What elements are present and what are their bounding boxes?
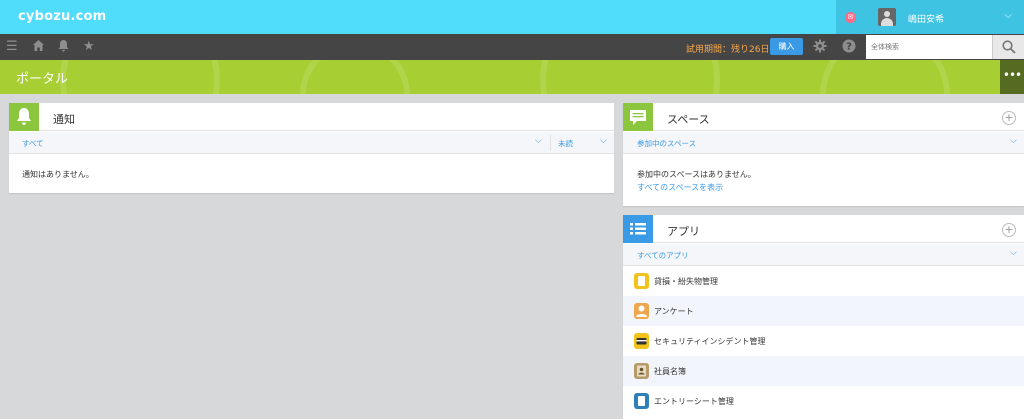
person-icon <box>634 303 649 319</box>
app-item-employee-directory[interactable]: 社員名簿 <box>623 356 1024 386</box>
add-space-button[interactable]: + <box>1002 111 1016 125</box>
empty-message: 参加中のスペースはありません。 <box>637 170 756 179</box>
card-icon <box>634 333 649 349</box>
notifications-panel: 通知 すべて ⌵ 未読 ⌵ 通知はありません。 <box>9 103 614 193</box>
search-button[interactable] <box>992 35 1024 59</box>
app-item-survey[interactable]: アンケート <box>623 296 1024 326</box>
list-icon <box>623 215 653 243</box>
apps-panel: アプリ + すべてのアプリ ⌵ 貸損・紛失物管理 アンケート セキュリティインシ… <box>623 215 1024 419</box>
decoration <box>300 60 410 94</box>
filter-bar: すべてのアプリ ⌵ <box>623 244 1024 266</box>
more-options-button[interactable]: ••• <box>1000 60 1024 94</box>
add-app-button[interactable]: + <box>1002 223 1016 237</box>
chevron-down-icon[interactable]: ⌵ <box>1004 10 1012 21</box>
spaces-panel: スペース + 参加中のスペース ⌵ 参加中のスペースはありません。 すべてのスペ… <box>623 103 1024 206</box>
panel-title: 通知 <box>53 113 75 126</box>
app-label: 社員名簿 <box>654 367 686 376</box>
chevron-down-icon[interactable]: ⌵ <box>1010 136 1017 146</box>
buy-button[interactable]: 購入 <box>770 38 803 55</box>
mail-icon[interactable]: ✉ <box>845 12 856 23</box>
app-label: 貸損・紛失物管理 <box>654 277 718 286</box>
user-name: 嶋田安希 <box>908 15 945 25</box>
app-label: セキュリティインシデント管理 <box>654 337 766 346</box>
chevron-down-icon[interactable]: ⌵ <box>1010 248 1017 258</box>
document-icon <box>634 393 649 409</box>
app-label: アンケート <box>654 307 694 316</box>
menu-icon[interactable]: ☰ <box>6 39 18 55</box>
filter-spaces-select[interactable]: 参加中のスペース <box>637 138 696 149</box>
svg-text:?: ? <box>846 42 852 53</box>
panel-title: アプリ <box>667 225 700 238</box>
chevron-down-icon[interactable]: ⌵ <box>535 136 542 146</box>
panel-header: 通知 <box>9 103 614 131</box>
document-icon <box>634 273 649 289</box>
decoration <box>60 60 220 94</box>
filter-apps-select[interactable]: すべてのアプリ <box>637 250 689 261</box>
trial-period-text: 試用期間：残り26日 <box>686 45 770 55</box>
empty-message: 通知はありません。 <box>22 170 94 179</box>
notifications-menu[interactable]: ✉ <box>836 0 866 34</box>
app-item-lost-items[interactable]: 貸損・紛失物管理 <box>623 266 1024 296</box>
bell-icon <box>9 103 39 131</box>
chevron-down-icon[interactable]: ⌵ <box>600 136 607 146</box>
filter-bar: すべて ⌵ 未読 ⌵ <box>9 132 614 154</box>
search-input[interactable] <box>866 35 992 59</box>
user-menu[interactable]: 嶋田安希 ⌵ <box>866 0 1024 34</box>
star-icon[interactable]: ★ <box>83 39 95 55</box>
filter-all-select[interactable]: すべて <box>22 138 44 149</box>
search-icon <box>1002 40 1016 54</box>
chat-bubble-icon <box>623 103 653 131</box>
panel-title: スペース <box>667 113 710 126</box>
filter-bar: 参加中のスペース ⌵ <box>623 132 1024 154</box>
show-all-spaces-link[interactable]: すべてのスペースを表示 <box>637 182 723 193</box>
page-title: ポータル <box>16 72 69 87</box>
portal-header: ポータル <box>0 60 1024 94</box>
panel-header: スペース + <box>623 103 1024 131</box>
cybozu-logo[interactable]: cybozu.com <box>18 9 106 24</box>
avatar <box>878 8 896 26</box>
address-book-icon <box>634 363 649 379</box>
bell-icon[interactable] <box>57 39 70 57</box>
app-label: エントリーシート管理 <box>654 397 734 406</box>
app-item-security-incident[interactable]: セキュリティインシデント管理 <box>623 326 1024 356</box>
gear-icon[interactable] <box>813 39 827 58</box>
home-icon[interactable] <box>32 39 45 57</box>
divider <box>550 135 551 151</box>
help-icon[interactable]: ? <box>842 39 856 58</box>
filter-status-select[interactable]: 未読 <box>558 138 573 149</box>
decoration <box>540 60 720 94</box>
app-item-entry-sheet[interactable]: エントリーシート管理 <box>623 386 1024 416</box>
panel-header: アプリ + <box>623 215 1024 243</box>
decoration <box>820 60 950 94</box>
